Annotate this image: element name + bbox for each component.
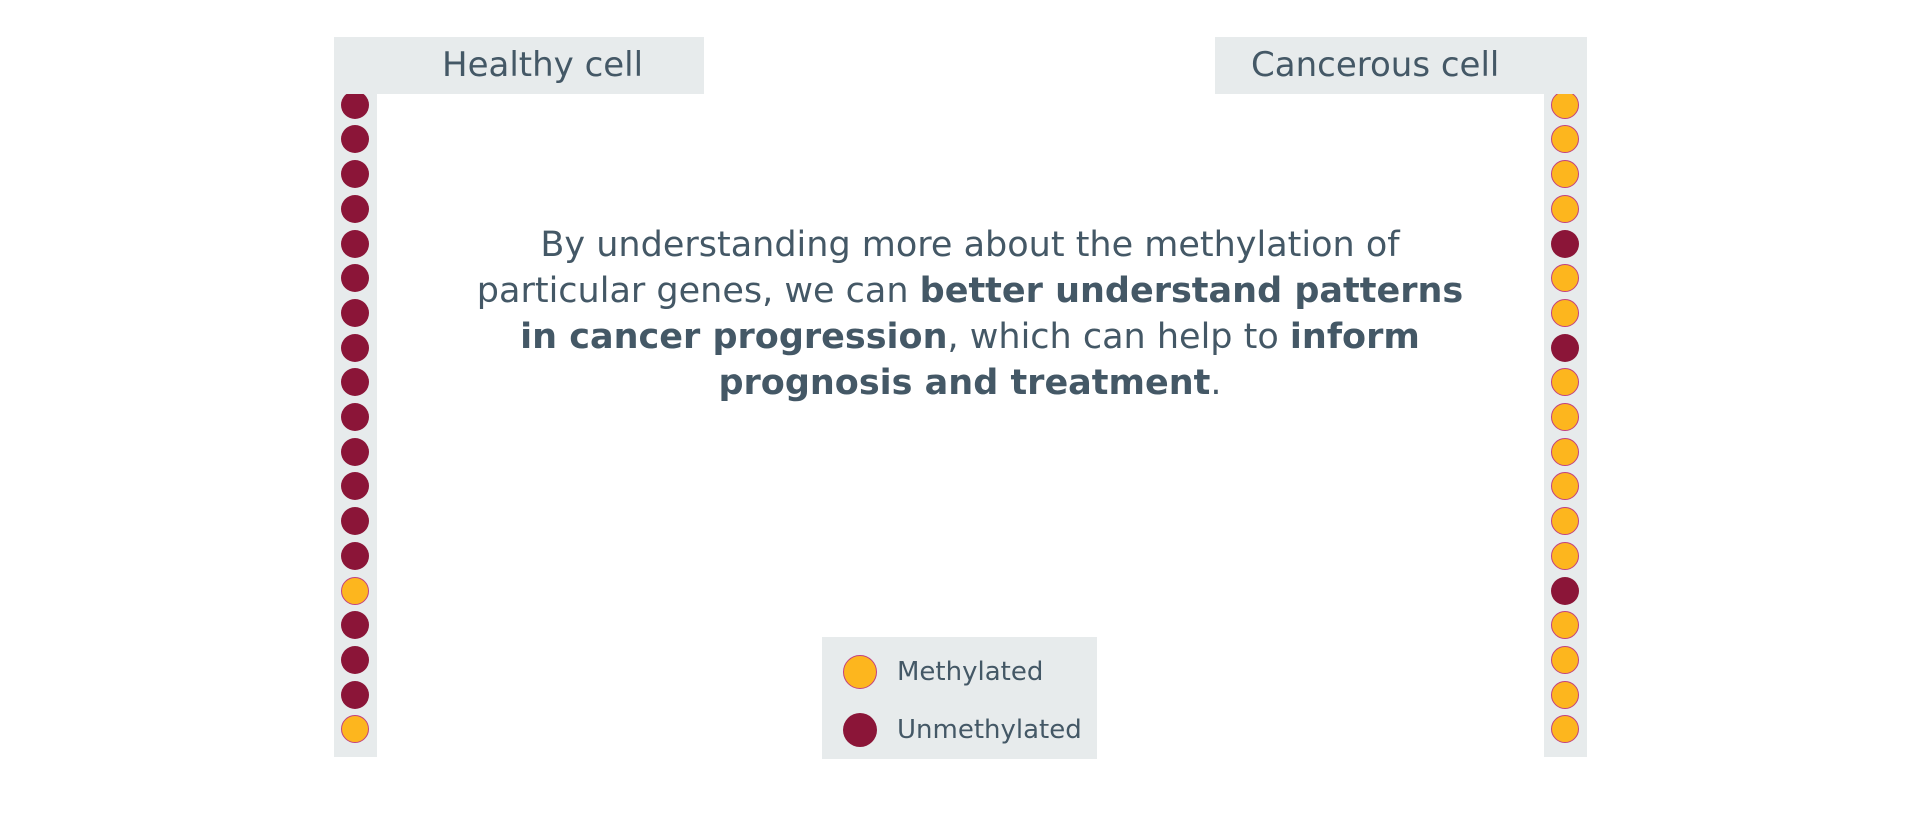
methylated-site-dot (1551, 194, 1579, 223)
unmethylated-site-dot (341, 229, 369, 258)
unmethylated-site-dot (341, 298, 369, 327)
methylated-site-dot (1551, 541, 1579, 570)
cancerous-cell-header: Cancerous cell (1215, 37, 1586, 94)
unmethylated-site-dot (341, 368, 369, 397)
unmethylated-circle-icon (843, 713, 877, 747)
methylated-site-dot (1551, 611, 1579, 640)
unmethylated-site-dot (341, 507, 369, 536)
methylated-site-dot (1551, 298, 1579, 327)
message-text-3: . (1210, 363, 1222, 403)
unmethylated-site-dot (341, 264, 369, 293)
unmethylated-site-dot (341, 333, 369, 362)
methylated-site-dot (1551, 437, 1579, 466)
unmethylated-site-dot (341, 472, 369, 501)
methylated-site-dot (1551, 645, 1579, 674)
legend-item-methylated: Methylated (843, 654, 1043, 690)
unmethylated-site-dot (341, 194, 369, 223)
unmethylated-site-dot (341, 611, 369, 640)
unmethylated-site-dot (341, 680, 369, 709)
methylated-site-dot (1551, 160, 1579, 189)
healthy-cell-title: Healthy cell (442, 45, 644, 85)
legend-label-unmethylated: Unmethylated (897, 715, 1082, 745)
methylated-site-dot (1551, 680, 1579, 709)
unmethylated-site-dot (1551, 576, 1579, 605)
unmethylated-site-dot (341, 403, 369, 431)
unmethylated-site-dot (341, 125, 369, 154)
unmethylated-site-dot (341, 437, 369, 466)
legend-item-unmethylated: Unmethylated (843, 712, 1082, 748)
healthy-cell-column (334, 37, 377, 757)
methylated-site-dot (1551, 403, 1579, 431)
methylated-site-dot (341, 715, 369, 744)
methylated-site-dot (341, 576, 369, 605)
legend-label-methylated: Methylated (897, 657, 1044, 687)
healthy-cell-header: Healthy cell (334, 37, 704, 94)
unmethylated-site-dot (341, 160, 369, 189)
unmethylated-site-dot (341, 645, 369, 674)
cancerous-cell-column (1544, 37, 1587, 757)
legend: Methylated Unmethylated (822, 637, 1097, 759)
explanation-text: By understanding more about the methylat… (470, 222, 1470, 406)
methylated-site-dot (1551, 368, 1579, 397)
unmethylated-site-dot (1551, 333, 1579, 362)
methylated-site-dot (1551, 472, 1579, 501)
methylated-site-dot (1551, 264, 1579, 293)
unmethylated-site-dot (341, 90, 369, 119)
message-text-2: , which can help to (947, 317, 1290, 357)
methylated-site-dot (1551, 90, 1579, 119)
unmethylated-site-dot (1551, 229, 1579, 258)
methylated-site-dot (1551, 125, 1579, 154)
cancerous-cell-title: Cancerous cell (1251, 45, 1500, 85)
methylated-site-dot (1551, 715, 1579, 744)
methylated-site-dot (1551, 507, 1579, 536)
methylated-circle-icon (843, 655, 877, 689)
unmethylated-site-dot (341, 541, 369, 570)
